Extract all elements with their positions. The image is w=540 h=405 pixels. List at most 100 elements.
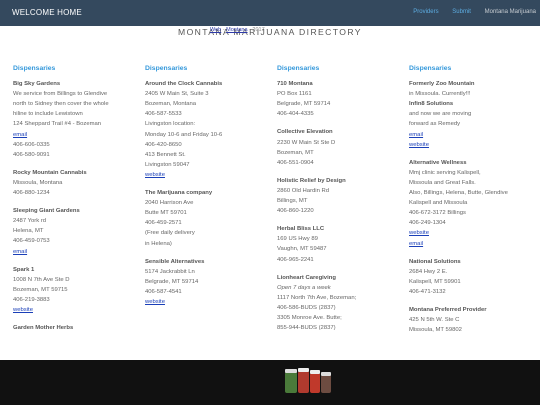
entry-detail: 3305 Monroe Ave. Butte; (277, 314, 342, 321)
nav-submit-link[interactable]: Submit (452, 9, 471, 15)
product-jars-image (285, 368, 331, 393)
dispensary-name: Garden Mother Herbs (13, 325, 74, 332)
footer-montana-link[interactable]: Montana (226, 27, 247, 33)
dispensary-entry: Big Sky Gardens We service from Billings … (13, 79, 137, 160)
email-link[interactable]: email (409, 241, 423, 247)
nav-providers-link[interactable]: Providers (413, 9, 438, 15)
entry-detail: 1008 N 7th Ave Ste D (13, 276, 70, 283)
dispensary-column-4: Dispensaries Formerly Zoo Mountain in Miss… (409, 64, 533, 343)
entry-detail: 2405 W Main St, Suite 3 (145, 91, 209, 98)
site-brand[interactable]: WELCOME HOME (12, 8, 82, 17)
column-heading: Dispensaries (13, 65, 56, 72)
nav-montana-marijuana-link[interactable]: Montana Marijuana (485, 9, 536, 15)
entry-detail: Also, Billings, Helena, Butte, Glendive (409, 190, 508, 197)
dispensary-entry: Rocky Mountain Cannabis Missoula, Montana… (13, 168, 137, 198)
website-link[interactable]: website (13, 307, 33, 313)
dispensary-entry: Spark 1 1008 N 7th Ave Ste D Bozeman, MT 5… (13, 265, 137, 315)
dispensary-name: Holistic Relief by Design (277, 177, 346, 184)
email-link[interactable]: email (409, 132, 423, 138)
entry-detail: and now we are moving (409, 111, 472, 118)
page-title: MONTANA MARIJUANA DIRECTORY (178, 27, 362, 37)
entry-detail: Open 7 days a week (277, 284, 331, 291)
entry-detail: Missoula, MT 59802 (409, 327, 462, 334)
dispensary-name: Rocky Mountain Cannabis (13, 169, 87, 176)
footer-web-link[interactable]: Web (210, 27, 221, 33)
entry-detail: Billings, MT (277, 198, 308, 205)
entry-detail: Bozeman, Montana (145, 101, 197, 108)
website-link[interactable]: website (409, 230, 429, 236)
dispensary-name: Big Sky Gardens (13, 81, 61, 88)
dispensary-entry: Lionheart Caregiving Open 7 days a week 11… (277, 273, 401, 334)
entry-detail: Livingston 59047 (145, 161, 190, 168)
entry-link-line: website (409, 228, 533, 238)
dispensary-entry: Formerly Zoo Mountain in Missoula. Curren… (409, 79, 533, 150)
entry-detail: 406-580-9091 (13, 151, 50, 158)
dispensary-name: Montana Preferred Provider (409, 306, 487, 313)
entry-detail: 406-459-0753 (13, 238, 50, 245)
email-link[interactable]: email (13, 249, 27, 255)
entry-detail: Mmj clinic serving Kalispell, (409, 169, 481, 176)
dispensary-name: Around the Clock Cannabis (145, 81, 223, 88)
entry-detail: 413 Bennett St. (145, 151, 186, 158)
dispensary-column-2: Dispensaries Around the Clock Cannabis 240… (145, 64, 269, 315)
entry-detail: 406-249-1304 (409, 220, 446, 227)
entry-link-line: email (13, 247, 137, 257)
jar-lid (298, 368, 309, 372)
dispensary-name: Collective Elevation (277, 129, 333, 136)
entry-detail: Infin8 Solutions (409, 101, 454, 108)
dispensary-name: Formerly Zoo Mountain (409, 81, 475, 88)
dispensary-name: Lionheart Caregiving (277, 274, 336, 281)
column-heading: Dispensaries (277, 65, 320, 72)
entry-detail: Butte MT 59701 (145, 210, 187, 217)
dispensary-entry: Collective Elevation 2230 W Main St Ste D… (277, 127, 401, 167)
nav-links: Providers Submit Montana Marijuana (401, 9, 536, 15)
dispensary-entry: The Marijuana company 2040 Harrison Ave Bu… (145, 188, 269, 249)
dispensary-entry: Around the Clock Cannabis 2405 W Main St,… (145, 79, 269, 180)
entry-detail: Bozeman, MT 59715 (13, 286, 68, 293)
dispensary-name: Sensible Alternatives (145, 258, 205, 265)
entry-detail: 406-672-3172 Billings (409, 210, 466, 217)
entry-detail: Kalispell and Missoula (409, 200, 468, 207)
dispensary-entry: Sensible Alternatives 5174 Jackrabbit Ln B… (145, 257, 269, 307)
website-link[interactable]: website (409, 142, 429, 148)
entry-detail: in Missoula. Currently!!! (409, 91, 471, 98)
jar-brown (321, 375, 331, 393)
entry-detail: Monday 10-6 and Friday 10-6 (145, 131, 223, 138)
dispensary-name: Alternative Wellness (409, 159, 467, 166)
entry-detail: (Free daily delivery (145, 230, 195, 237)
dispensary-name: Herbal Bliss LLC (277, 226, 325, 233)
entry-detail: 406-587-4541 (145, 288, 182, 295)
entry-detail: 406-586-BUDS (2837) (277, 304, 336, 311)
entry-detail: Belgrade, MT 59714 (277, 101, 331, 108)
entry-detail: 406-420-8650 (145, 141, 182, 148)
footer-text: Web - Montana - 2017 - (210, 27, 269, 33)
entry-detail: We service from Billings to Glendive (13, 91, 108, 98)
entry-detail: 406-459-2571 (145, 220, 182, 227)
jar-lid (321, 372, 331, 376)
entry-link-line: email (409, 130, 533, 140)
dispensary-name: National Solutions (409, 258, 461, 265)
dispensary-entry: Garden Mother Herbs (13, 323, 137, 333)
entry-detail: Vaughn, MT 59487 (277, 246, 327, 253)
dispensary-entry: Alternative Wellness Mmj clinic serving K… (409, 158, 533, 249)
website-link[interactable]: website (145, 299, 165, 305)
website-link[interactable]: website (145, 172, 165, 178)
entry-link-line: website (409, 140, 533, 150)
entry-detail: 406-471-3132 (409, 288, 446, 295)
entry-detail: 2230 W Main St Ste D (277, 139, 336, 146)
entry-detail: 855-944-BUDS (2837) (277, 325, 336, 332)
dispensary-entry: Sleeping Giant Gardens 2487 York rd Helena… (13, 206, 137, 256)
entry-detail: 406-880-1234 (13, 190, 50, 197)
entry-detail: north to Sidney then cover the whole (13, 101, 109, 108)
entry-detail: Missoula and Great Falls. (409, 179, 476, 186)
dispensary-entry: National Solutions 2684 Hwy 2 E. Kalispell… (409, 257, 533, 297)
entry-detail: 406-860-1220 (277, 208, 314, 215)
dispensary-entry: Montana Preferred Provider 425 N 5th W. S… (409, 305, 533, 335)
jar-red-2 (310, 373, 320, 393)
email-link[interactable]: email (13, 132, 27, 138)
entry-detail: 406-551-0904 (277, 159, 314, 166)
entry-link-line: email (409, 239, 533, 249)
entry-link-line: website (145, 297, 269, 307)
entry-detail: 406-606-0335 (13, 141, 50, 148)
entry-link-line: website (145, 170, 269, 180)
